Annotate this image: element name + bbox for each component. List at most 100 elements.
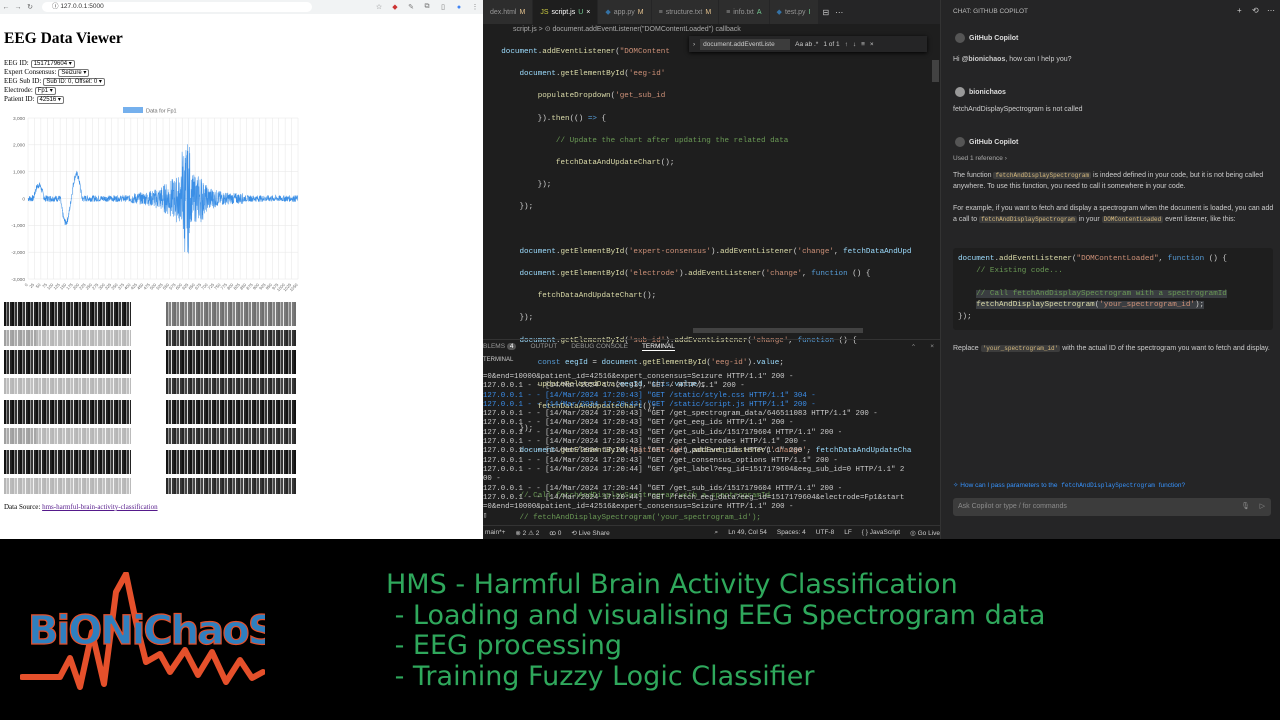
bookmark-star-icon[interactable]: ☆ [371,3,387,11]
microphone-icon[interactable]: 🎙 [1241,499,1250,515]
tab-test-py[interactable]: ◆ test.py I [769,0,819,24]
followup-suggestion[interactable]: ✧ How can I pass parameters to the fetch… [953,481,1185,489]
profile-avatar-icon[interactable]: ● [451,4,467,11]
assistant-header: GitHub Copilot [955,33,1018,43]
legend-swatch [123,107,143,113]
consensus-value: Seizure [61,69,82,76]
close-icon[interactable]: × [586,9,590,16]
split-editor-icon[interactable]: ⊟ [823,8,830,17]
encoding-status[interactable]: UTF-8 [816,529,834,536]
arrow-down-icon[interactable]: ↓ [853,41,856,48]
find-input-text: document.addEventListe [703,40,775,48]
live-share-button[interactable]: ⟲ Live Share [571,529,609,537]
new-chat-icon[interactable]: + [1237,6,1242,15]
y-tick-label: 0 [22,196,25,202]
ports-status[interactable]: ꝏ 0 [549,529,561,537]
expert-consensus-select[interactable]: Seizure ▾ [58,68,90,77]
history-icon[interactable]: ⟲ [1252,6,1259,15]
terminal-line: 127.0.0.1 - - [14/Mar/2024 17:20:43] "GE… [483,428,843,437]
code-editor[interactable]: document.addEventListener("DOMContent do… [483,36,933,539]
tab-flag: A [756,8,762,16]
cursor-position[interactable]: Ln 49, Col 54 [728,529,767,536]
data-source-label: Data Source: [4,503,41,511]
indent-status[interactable]: Spaces: 4 [777,529,806,536]
spectrogram-tile [4,478,36,494]
chevron-right-icon[interactable]: › [693,41,695,48]
send-icon[interactable]: ▷ [1260,499,1265,515]
forward-icon[interactable]: → [12,4,24,11]
banner-line: - EEG processing [386,630,623,661]
back-icon[interactable]: ← [0,4,12,11]
tab-info-txt[interactable]: ≡ info.txt A [719,0,770,24]
text: How can I pass parameters to the [960,482,1060,489]
user-header: bionichaos [955,87,1006,97]
spectrogram-tile [4,400,36,424]
code-block[interactable]: document.addEventListener("DOMContentLoa… [953,248,1273,330]
language-status[interactable]: { } JavaScript [862,529,900,536]
go-live-button[interactable]: ◎ Go Live [910,529,940,537]
code-line: populateDropdown('get_sub_id [537,92,666,101]
tab-output[interactable]: OUTPUT [530,343,557,350]
avatar [955,87,965,97]
arrow-up-icon[interactable]: ↑ [845,41,848,48]
terminal-line: =0&end=10000&patient_id=42516&expert_con… [483,373,794,381]
terminal-line: 127.0.0.1 - - [14/Mar/2024 17:20:43] "GE… [483,419,794,428]
branch-status[interactable]: main*+ [485,529,505,536]
eeg-id-select[interactable]: 1517179604 ▾ [30,59,75,68]
tab-script-js[interactable]: JS script.js U × [533,0,599,24]
extensions-puzzle-icon[interactable]: ⧉ [419,3,435,11]
sub-id-row: EEG Sub ID: Sub ID: 0, Offset: 0 ▾ [4,77,474,86]
find-options[interactable]: Aa ab .* [795,41,818,48]
status-bar: main*+ ⊗ 2 ⚠ 2 ꝏ 0 ⟲ Live Share ⌕ Ln 49,… [483,525,940,539]
x-tick-label: 1050 [289,282,300,293]
greeting: Hi @bionichaos, how can I help you? [953,56,1072,63]
tab-debug-console[interactable]: DEBUG CONSOLE [571,343,628,350]
more-icon[interactable]: ⋯ [1267,6,1275,15]
address-bar[interactable]: ⓘ 127.0.0.1:5000 [42,2,312,12]
breadcrumb[interactable]: script.js > ⊙ document.addEventListener(… [483,24,940,35]
text: event listener, like this: [1163,216,1236,223]
more-actions-icon[interactable]: ⋯ [835,8,843,17]
tab-terminal[interactable]: TERMINAL [641,343,675,351]
extension-icon[interactable]: ✎ [403,3,419,11]
zoom-icon[interactable]: ⌕ [715,529,719,537]
sub-id-select[interactable]: Sub ID: 0, Offset: 0 ▾ [43,77,105,86]
find-input[interactable]: document.addEventListe [700,38,791,50]
text: function? [1156,482,1186,489]
consensus-label: Expert Consensus: [4,68,57,76]
extension-icon[interactable]: ◆ [387,3,403,11]
electrode-row: Electrode: Fp1 ▾ [4,86,474,95]
electrode-select[interactable]: Fp1 ▾ [34,86,56,95]
vertical-scrollbar[interactable] [932,60,939,82]
spectrogram-tile [36,350,131,374]
find-in-selection-icon[interactable]: ≡ [861,41,865,48]
tab-flag: M [637,8,644,16]
sidebar-icon[interactable]: ▯ [435,3,451,11]
tab-index-html[interactable]: dex.html M [483,0,534,24]
tab-structure-txt[interactable]: ≡ structure.txt M [651,0,720,24]
text: The function [953,172,994,179]
code-line: fetchDataAndUpdateChart(); [537,292,657,301]
electrode-label: Electrode: [4,86,33,94]
close-icon[interactable]: × [870,41,874,48]
horizontal-scrollbar[interactable] [693,328,863,333]
spectrogram-tile [166,400,296,424]
terminal-output[interactable]: =0&end=10000&patient_id=42516&expert_con… [483,373,940,519]
inline-code: fetchAndDisplaySpectrogram [993,172,1092,179]
eol-status[interactable]: LF [844,529,852,536]
code-line: const eegId = document.getElementById('e… [537,358,784,367]
chat-input[interactable]: Ask Copilot or type / for commands 🎙 ▷ [953,498,1271,516]
menu-icon[interactable]: ⋮ [467,3,483,11]
close-icon[interactable]: × [930,343,940,350]
reload-icon[interactable]: ↻ [24,3,36,11]
tab-problems[interactable]: BLEMS 4 [483,343,517,350]
text-file-icon: ≡ [658,8,663,16]
code-line: }).then(() => { [483,114,607,123]
y-tick-label: -1,000 [11,223,25,229]
used-references[interactable]: Used 1 reference › [953,155,1007,162]
tab-app-py[interactable]: ◆ app.py M [598,0,652,24]
maximize-panel-icon[interactable]: ⌃ [911,343,916,351]
problems-status[interactable]: ⊗ 2 ⚠ 2 [515,529,539,537]
spectrogram-tile [36,400,131,424]
data-source-link[interactable]: hms-harmful-brain-activity-classificatio… [42,503,157,511]
